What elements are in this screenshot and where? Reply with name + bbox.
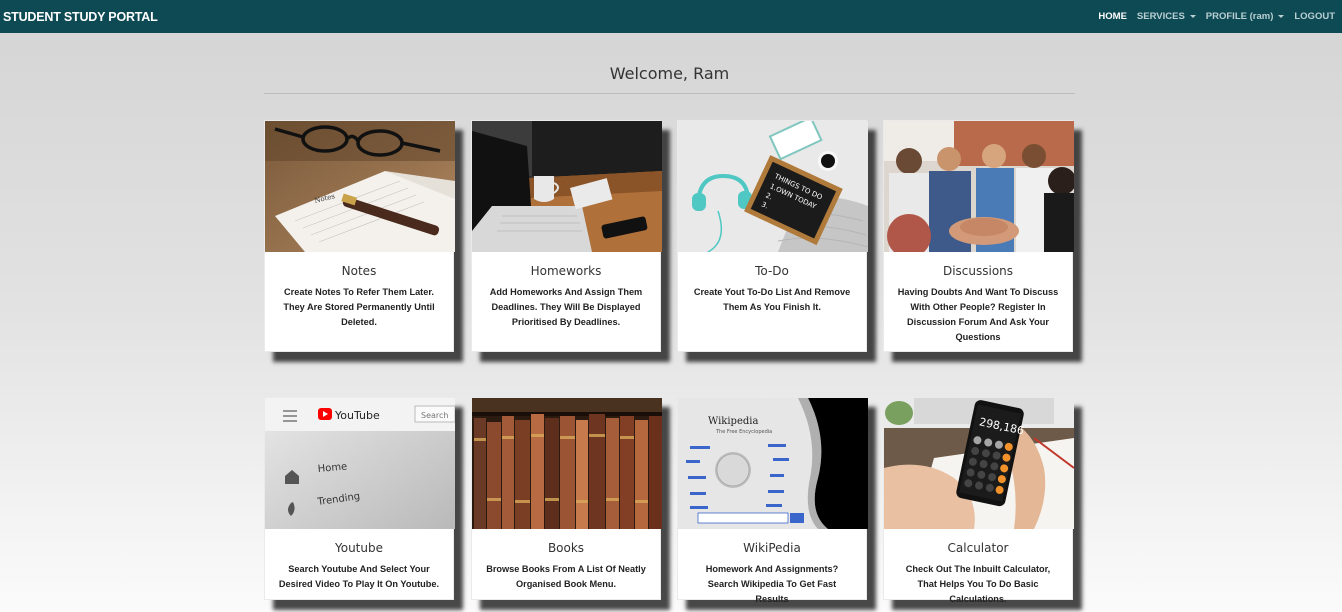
nav-profile-dropdown[interactable]: PROFILE (ram) xyxy=(1206,11,1285,22)
todo-board-image: THINGS TO DO 1.OWN TODAY 2. 3. xyxy=(678,121,868,252)
card-description: Create Notes To Refer Them Later. They A… xyxy=(283,287,435,327)
nav-logout-label: LOGOUT xyxy=(1294,11,1335,22)
card-description: Having Doubts And Want To Discuss With O… xyxy=(897,287,1059,342)
card-description: Add Homeworks And Assign Them Deadlines.… xyxy=(489,287,643,327)
card-books[interactable]: Books Browse Books From A List Of Neatly… xyxy=(471,397,662,600)
card-title: Homeworks xyxy=(530,264,602,278)
card-title: To-Do xyxy=(755,264,789,278)
card-description: Browse Books From A List Of Neatly Organ… xyxy=(486,564,646,589)
wikipedia-subtitle: The Free Encyclopedia xyxy=(715,429,772,435)
phone-calculator-image: 298,186 xyxy=(884,398,1074,529)
card-homeworks[interactable]: Homeworks Add Homeworks And Assign Them … xyxy=(471,120,662,352)
navbar: STUDENT STUDY PORTAL HOME SERVICES PROFI… xyxy=(0,0,1342,33)
caret-down-icon xyxy=(1278,15,1285,18)
notes-image: Notes xyxy=(265,121,455,252)
card-title: Youtube xyxy=(335,541,383,555)
wikipedia-screen-image: Wikipedia The Free Encyclopedia xyxy=(678,398,868,529)
bookshelf-image xyxy=(472,398,662,529)
card-calculator[interactable]: 298,186 Calculator Check Out The Inbuilt… xyxy=(883,397,1074,604)
youtube-logo-text: YouTube xyxy=(334,409,380,422)
welcome-heading: Welcome, Ram xyxy=(609,64,730,83)
card-discussions[interactable]: Discussions Having Doubts And Want To Di… xyxy=(883,120,1074,352)
card-youtube[interactable]: YouTube Search Home Trending Youtube Sea… xyxy=(264,397,455,600)
nav-links: HOME SERVICES PROFILE (ram) LOGOUT xyxy=(1088,11,1342,22)
card-title: Discussions xyxy=(942,264,1014,278)
card-description: Search Youtube And Select Your Desired V… xyxy=(278,564,440,589)
card-title: Calculator xyxy=(947,541,1009,555)
nav-home-link[interactable]: HOME xyxy=(1098,11,1127,22)
card-title: Notes xyxy=(341,264,377,278)
wikipedia-title: Wikipedia xyxy=(708,416,758,427)
card-title: WikiPedia xyxy=(743,541,801,555)
nav-home-label: HOME xyxy=(1098,11,1127,22)
youtube-search-text: Search xyxy=(421,411,448,420)
group-hands-image xyxy=(884,121,1074,252)
card-description: Create Yout To-Do List And Remove Them A… xyxy=(693,287,851,312)
welcome-divider xyxy=(264,93,1075,94)
card-description: Check Out The Inbuilt Calculator, That H… xyxy=(905,564,1051,604)
youtube-screen-image: YouTube Search Home Trending xyxy=(265,398,455,529)
laptop-desk-image xyxy=(472,121,662,252)
card-description: Homework And Assignments? Search Wikiped… xyxy=(705,564,839,604)
card-title: Books xyxy=(547,541,585,555)
caret-down-icon xyxy=(1189,15,1196,18)
nav-profile-label: PROFILE (ram) xyxy=(1205,11,1274,22)
brand-link[interactable]: STUDENT STUDY PORTAL xyxy=(0,10,158,24)
card-todo[interactable]: THINGS TO DO 1.OWN TODAY 2. 3. To-Do Cre… xyxy=(677,120,868,352)
nav-services-label: SERVICES xyxy=(1136,11,1185,22)
card-notes[interactable]: Notes Notes Create Notes To Refer Them L… xyxy=(264,120,455,352)
nav-services-dropdown[interactable]: SERVICES xyxy=(1137,11,1196,22)
card-wikipedia[interactable]: Wikipedia The Free Encyclopedia WikiPedi… xyxy=(677,397,868,604)
nav-logout-link[interactable]: LOGOUT xyxy=(1294,11,1335,22)
